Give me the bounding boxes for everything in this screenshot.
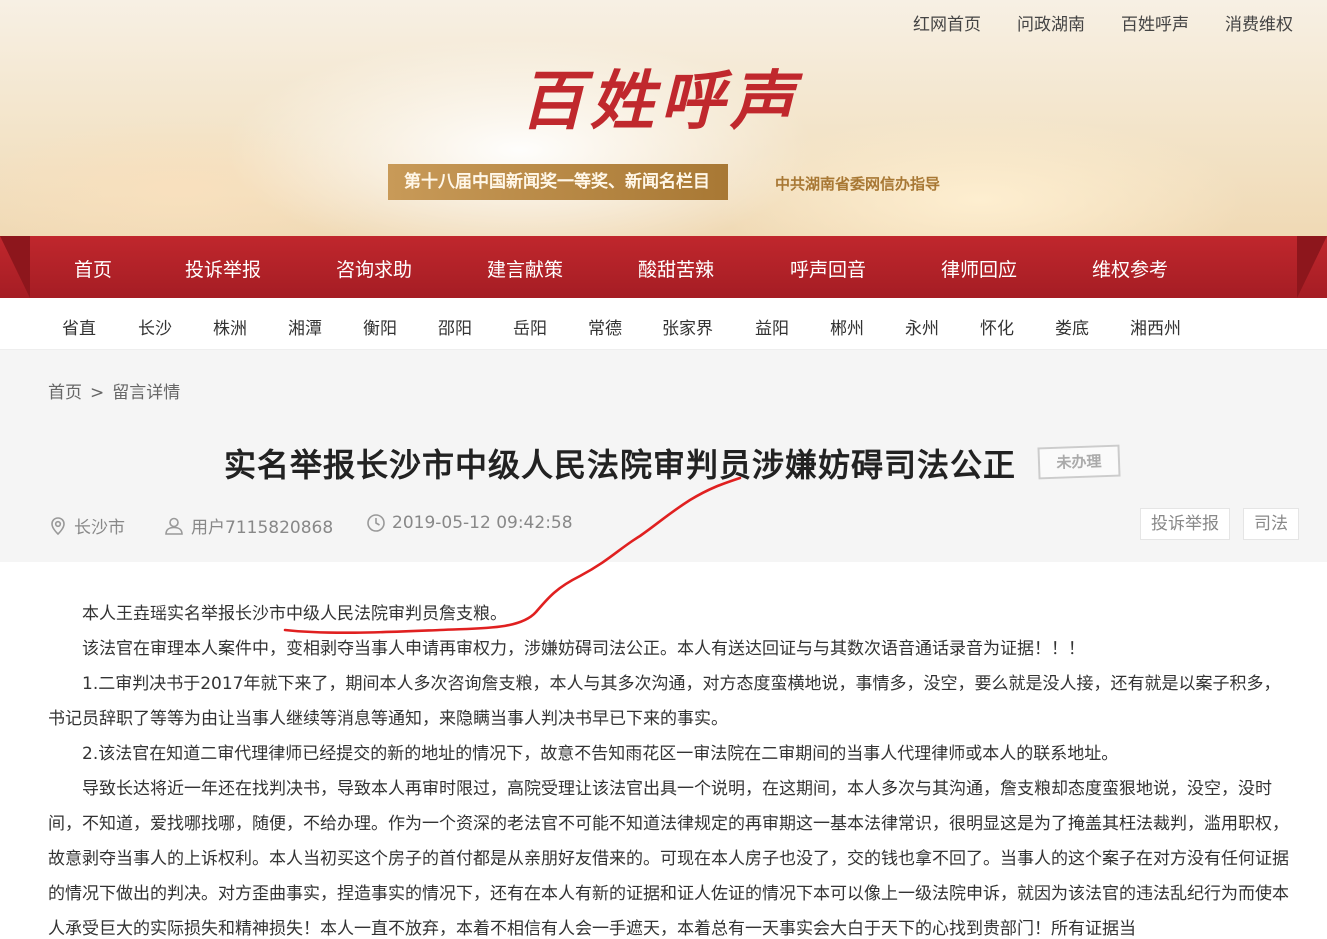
nav-item-complaint[interactable]: 投诉举报 bbox=[185, 255, 261, 282]
city-item[interactable]: 湘潭 bbox=[288, 314, 322, 339]
meta-datetime: 2019-05-12 09:42:58 bbox=[366, 513, 573, 533]
city-item[interactable]: 张家界 bbox=[662, 314, 713, 339]
clock-icon bbox=[367, 514, 385, 532]
nav-item-lawyer[interactable]: 律师回应 bbox=[941, 255, 1017, 282]
nav-item-consult[interactable]: 咨询求助 bbox=[336, 255, 412, 282]
city-item[interactable]: 省直 bbox=[62, 314, 96, 339]
city-item[interactable]: 永州 bbox=[905, 314, 939, 339]
city-item[interactable]: 株洲 bbox=[213, 314, 247, 339]
status-badge: 未办理 bbox=[1037, 444, 1121, 480]
breadcrumb: 首页 > 留言详情 bbox=[48, 378, 180, 403]
article-paragraph: 导致长达将近一年还在找判决书，导致本人再审时限过，高院受理让该法官出具一个说明，… bbox=[48, 779, 1289, 939]
article-paragraph: 本人王垚瑶实名举报长沙市中级人民法院审判员詹支粮。 bbox=[82, 604, 507, 624]
nav-item-suggest[interactable]: 建言献策 bbox=[487, 255, 563, 282]
breadcrumb-separator: > bbox=[90, 383, 105, 403]
toplink-consumer-rights[interactable]: 消费维权 bbox=[1225, 10, 1293, 35]
city-item[interactable]: 邵阳 bbox=[438, 314, 472, 339]
user-text: 用户7115820868 bbox=[191, 518, 334, 538]
user-icon bbox=[165, 517, 183, 535]
page-title: 实名举报长沙市中级人民法院审判员涉嫌妨碍司法公正 bbox=[224, 446, 1017, 484]
city-item[interactable]: 常德 bbox=[588, 314, 622, 339]
city-item[interactable]: 怀化 bbox=[980, 314, 1014, 339]
nav-item-rights[interactable]: 维权参考 bbox=[1092, 255, 1168, 282]
city-item[interactable]: 衡阳 bbox=[363, 314, 397, 339]
award-guidance-text: 中共湖南省委网信办指导 bbox=[775, 175, 941, 193]
site-logo[interactable]: 百姓呼声 bbox=[520, 62, 840, 142]
toplink-hongwang-home[interactable]: 红网首页 bbox=[913, 10, 981, 35]
tag-complaint[interactable]: 投诉举报 bbox=[1140, 508, 1230, 540]
article-paragraph: 1.二审判决书于2017年就下来了，期间本人多次咨询詹支粮，本人与其多次沟通，对… bbox=[48, 674, 1281, 729]
city-item[interactable]: 长沙 bbox=[138, 314, 172, 339]
breadcrumb-current: 留言详情 bbox=[112, 383, 181, 403]
main-nav: 首页 投诉举报 咨询求助 建言献策 酸甜苦辣 呼声回音 律师回应 维权参考 bbox=[0, 236, 1327, 298]
article-paragraph: 2.该法官在知道二审代理律师已经提交的新的地址的情况下，故意不告知雨花区一审法院… bbox=[82, 744, 1119, 764]
location-pin-icon bbox=[51, 516, 65, 535]
city-item[interactable]: 湘西州 bbox=[1130, 314, 1181, 339]
meta-location: 长沙市 bbox=[48, 513, 125, 538]
city-item[interactable]: 益阳 bbox=[755, 314, 789, 339]
location-text: 长沙市 bbox=[74, 518, 125, 538]
article-body: 本人王垚瑶实名举报长沙市中级人民法院审判员詹支粮。 该法官在审理本人案件中，变相… bbox=[48, 597, 1293, 939]
nav-item-home[interactable]: 首页 bbox=[74, 255, 112, 282]
nav-item-life[interactable]: 酸甜苦辣 bbox=[638, 255, 714, 282]
article-paragraph: 该法官在审理本人案件中，变相剥夺当事人申请再审权力，涉嫌妨碍司法公正。本人有送达… bbox=[82, 639, 1085, 659]
top-links: 红网首页 问政湖南 百姓呼声 消费维权 bbox=[913, 10, 1293, 35]
breadcrumb-home[interactable]: 首页 bbox=[48, 383, 82, 403]
award-ribbon: 第十八届中国新闻奖一等奖、新闻名栏目 bbox=[388, 164, 728, 200]
toplink-wenzheng-hunan[interactable]: 问政湖南 bbox=[1017, 10, 1085, 35]
nav-item-echo[interactable]: 呼声回音 bbox=[790, 255, 866, 282]
city-nav: 省直 长沙 株洲 湘潭 衡阳 邵阳 岳阳 常德 张家界 益阳 郴州 永州 怀化 … bbox=[0, 298, 1327, 350]
meta-user: 用户7115820868 bbox=[163, 513, 333, 538]
city-item[interactable]: 娄底 bbox=[1055, 314, 1089, 339]
header-banner: 红网首页 问政湖南 百姓呼声 消费维权 百姓呼声 第十八届中国新闻奖一等奖、新闻… bbox=[0, 0, 1327, 240]
city-item[interactable]: 郴州 bbox=[830, 314, 864, 339]
tag-judicial[interactable]: 司法 bbox=[1243, 508, 1299, 540]
toplink-baixing-husheng[interactable]: 百姓呼声 bbox=[1121, 10, 1189, 35]
datetime-text: 2019-05-12 09:42:58 bbox=[392, 513, 573, 533]
city-item[interactable]: 岳阳 bbox=[513, 314, 547, 339]
